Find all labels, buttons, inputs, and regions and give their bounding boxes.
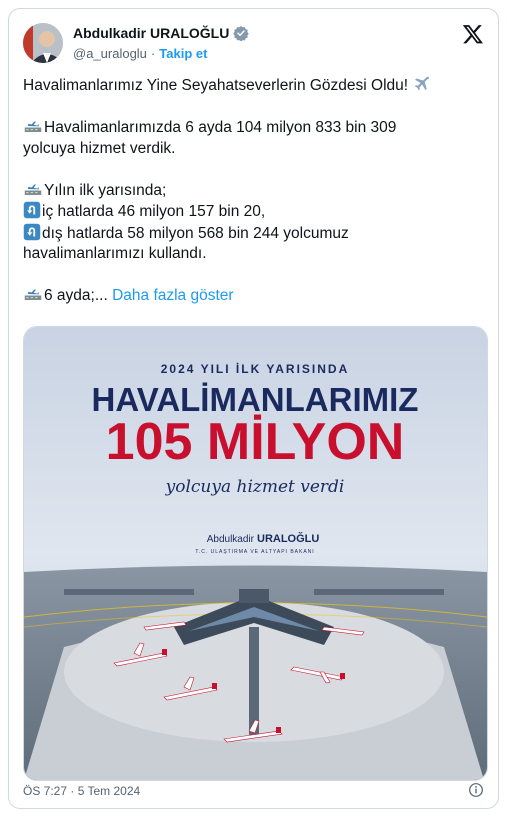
tweet-text: Havalimanlarımız Yine Seyahatseverlerin … <box>23 75 488 307</box>
follow-button[interactable]: Takip et <box>159 46 207 61</box>
poster-signature-first: Abdulkadir <box>207 534 255 545</box>
separator-dot: · <box>150 46 156 61</box>
airplane-icon <box>415 76 430 91</box>
handle-row: @a_uraloglu · Takip et <box>73 46 207 61</box>
airport-emoji-icon <box>24 184 42 195</box>
tweet-line-1: Havalimanlarımız Yine Seyahatseverlerin … <box>23 77 409 94</box>
tweet-line-5: dış hatlarda 58 milyon 568 bin 244 yolcu… <box>42 224 349 242</box>
poster-signature-title: T.C. ULAŞTIRMA VE ALTYAPI BAKANI <box>195 549 314 555</box>
info-icon[interactable] <box>468 782 484 798</box>
author-handle[interactable]: @a_uraloglu <box>73 46 147 61</box>
u-turn-arrow-icon <box>23 223 41 240</box>
poster-big-number: 105 MİLYON <box>106 413 405 471</box>
show-more-link[interactable]: Daha fazla göster <box>112 287 234 304</box>
tweet-line-2b: yolcuya hizmet verdik. <box>23 139 176 157</box>
poster-kicker: 2024 YILI İLK YARISINDA <box>161 361 350 376</box>
poster-signature-last: URALOĞLU <box>257 532 319 545</box>
u-turn-arrow-icon <box>23 201 41 219</box>
tweet-line-4: iç hatlarda 46 milyon 157 bin 20, <box>42 203 266 220</box>
tweet-media-image[interactable]: 2024 YILI İLK YARISINDA HAVALİMANLARIMIZ… <box>23 326 488 781</box>
author-name[interactable]: Abdulkadir URALOĞLU <box>73 25 229 41</box>
avatar[interactable] <box>23 23 63 63</box>
poster-script-text: yolcuya hizmet verdi <box>165 477 345 497</box>
tweet-line-6: havalimanlarımızı kullandı. <box>23 245 207 262</box>
tweet-line-2a: Havalimanlarımızda 6 ayda 104 milyon 833… <box>44 119 397 136</box>
airport-emoji-icon <box>24 121 42 132</box>
tweet-line-7: 6 ayda;... <box>44 287 108 304</box>
author-name-row: Abdulkadir URALOĞLU <box>73 25 250 41</box>
airport-emoji-icon <box>24 289 42 300</box>
media-poster: 2024 YILI İLK YARISINDA HAVALİMANLARIMIZ… <box>24 327 487 780</box>
tweet-timestamp[interactable]: ÖS 7:27 · 5 Tem 2024 <box>23 784 140 798</box>
tweet-card: Abdulkadir URALOĞLU @a_uraloglu · Takip … <box>8 8 499 809</box>
x-logo-icon[interactable] <box>462 23 484 45</box>
tweet-line-3: Yılın ilk yarısında; <box>44 181 167 199</box>
verified-badge-icon <box>233 26 250 41</box>
